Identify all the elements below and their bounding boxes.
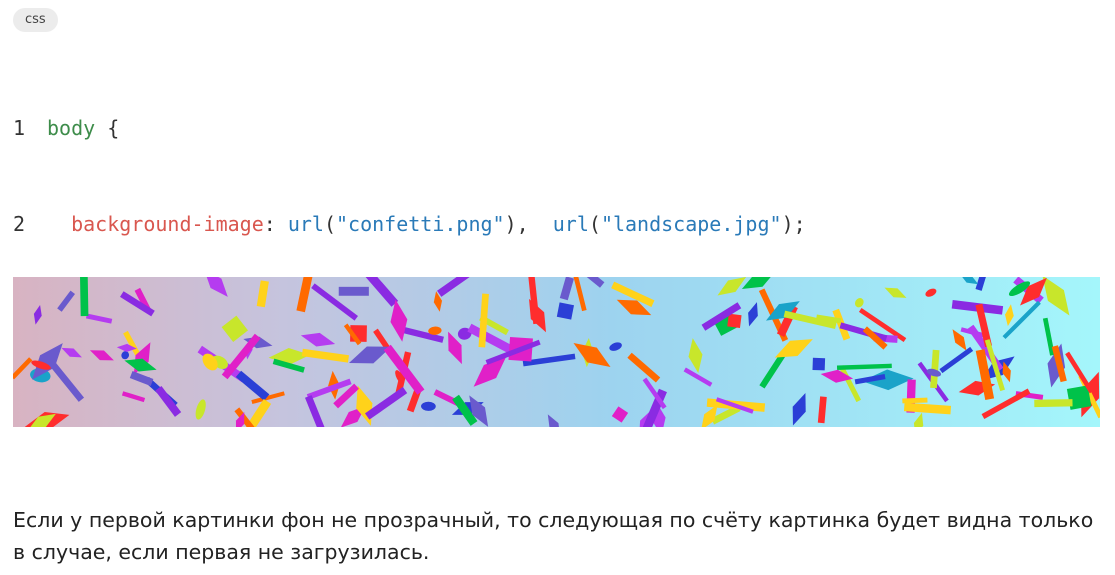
code-line-1: 1 body { (13, 112, 806, 144)
confetti-piece (812, 357, 826, 371)
code-line-2: 2 background-image: url("confetti.png"),… (13, 208, 806, 240)
explanation-paragraph: Если у первой картинки фон не прозрачный… (13, 508, 1094, 564)
confetti-piece (727, 313, 742, 328)
confetti-piece (556, 302, 574, 320)
css-string: "confetti.png" (336, 212, 505, 236)
css-string: "landscape.jpg" (600, 212, 782, 236)
language-badge: css (13, 8, 58, 32)
confetti-illustration (13, 277, 1100, 427)
confetti-piece (1034, 399, 1073, 408)
open-brace: { (107, 116, 120, 140)
css-function: url (287, 212, 324, 236)
confetti-piece (902, 397, 928, 404)
confetti-piece (79, 277, 89, 317)
css-property: background-image (71, 212, 264, 236)
line-number: 2 (13, 212, 26, 236)
css-selector: body (47, 116, 96, 140)
css-function: url (552, 212, 589, 236)
confetti-demo-image (13, 277, 1100, 427)
line-number: 1 (13, 116, 26, 140)
confetti-piece (338, 286, 369, 296)
